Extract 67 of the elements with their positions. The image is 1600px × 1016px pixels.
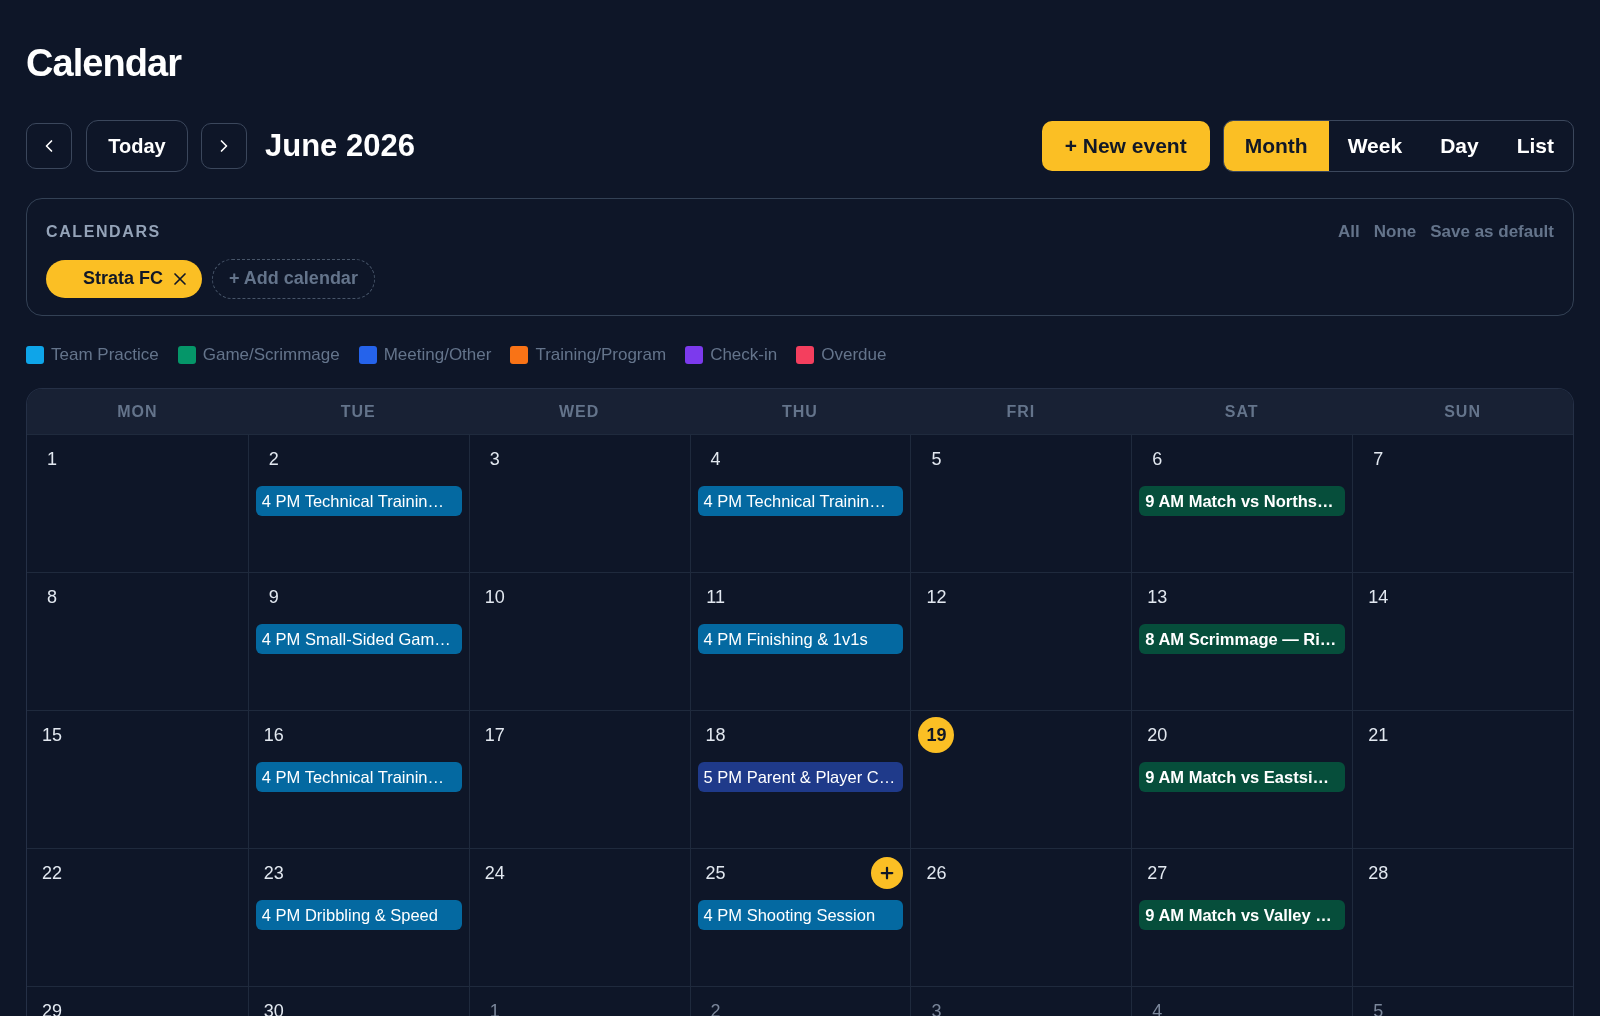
view-tab[interactable]: Month <box>1223 121 1329 171</box>
day-number: 17 <box>484 726 505 744</box>
day-number: 13 <box>1147 588 1168 606</box>
day-number: 6 <box>1152 450 1163 468</box>
event-chip[interactable]: 5 PM Parent & Player C… <box>697 762 904 792</box>
day-number: 25 <box>705 864 726 882</box>
day-number: 27 <box>1147 864 1168 882</box>
legend-label: Team Practice <box>51 344 159 367</box>
event-chip[interactable]: 4 PM Finishing & 1v1s <box>697 624 904 654</box>
view-tab[interactable]: Week <box>1328 121 1422 171</box>
month-title: June 2026 <box>265 126 415 165</box>
event-chip[interactable]: 9 AM Match vs Eastsi… <box>1139 762 1346 792</box>
day-number: 23 <box>263 864 284 882</box>
day-number: 4 <box>710 450 721 468</box>
event-chip[interactable]: 4 PM Technical Trainin… <box>697 486 904 516</box>
day-number: 22 <box>42 864 62 882</box>
event-chip[interactable]: 4 PM Technical Trainin… <box>255 762 462 792</box>
day-number: 12 <box>926 588 947 606</box>
day-number: 18 <box>705 726 726 744</box>
view-tab[interactable]: List <box>1497 121 1573 171</box>
day-number: 11 <box>706 588 725 606</box>
day-number: 15 <box>42 726 62 744</box>
weekday-label: SUN <box>1444 401 1481 422</box>
day-number: 26 <box>926 864 947 882</box>
calendar-chip[interactable]: Strata FC <box>46 259 202 298</box>
weekday-label: FRI <box>1006 401 1036 422</box>
day-number: 21 <box>1368 726 1389 744</box>
event-chip[interactable]: 4 PM Small-Sided Gam… <box>255 624 462 654</box>
section-heading: CALENDARS <box>46 221 161 242</box>
panel-action-link[interactable]: All <box>1338 219 1360 245</box>
day-number: 2 <box>268 450 279 468</box>
legend-label: Training/Program <box>535 344 667 367</box>
event-chip[interactable]: 4 PM Shooting Session <box>697 900 904 930</box>
add-event-button[interactable] <box>871 857 904 889</box>
day-number: 8 <box>47 588 57 606</box>
weekday-label: TUE <box>340 401 376 422</box>
panel-action-link[interactable]: None <box>1373 219 1417 245</box>
event-chip[interactable]: 8 AM Scrimmage — Ri… <box>1139 624 1346 654</box>
legend-label: Overdue <box>821 344 887 367</box>
event-chip[interactable]: 9 AM Match vs Valley … <box>1139 900 1346 930</box>
page-title: Calendar <box>26 41 181 86</box>
day-number: 5 <box>931 450 942 468</box>
day-number: 14 <box>1368 588 1389 606</box>
day-number: 10 <box>484 588 505 606</box>
panel-action-link[interactable]: Save as default <box>1430 219 1554 245</box>
day-number: 7 <box>1373 450 1384 468</box>
legend-label: Game/Scrimmage <box>202 344 340 367</box>
day-number: 24 <box>484 864 505 882</box>
weekday-label: SAT <box>1224 401 1259 422</box>
day-number: 9 <box>268 588 279 606</box>
day-number: 3 <box>489 450 500 468</box>
day-number: 1 <box>47 450 57 468</box>
legend-label: Check-in <box>710 344 778 367</box>
event-chip[interactable]: 4 PM Technical Trainin… <box>255 486 462 516</box>
view-tab[interactable]: Day <box>1421 121 1498 171</box>
weekday-label: MON <box>117 401 158 422</box>
legend-label: Meeting/Other <box>383 344 492 367</box>
today-date: 19 <box>918 717 955 753</box>
new-event-button[interactable]: + New event <box>1041 121 1210 171</box>
weekday-label: THU <box>782 401 818 422</box>
today-button[interactable]: Today <box>86 120 188 172</box>
event-chip[interactable]: 9 AM Match vs Norths… <box>1139 486 1346 516</box>
event-chip[interactable]: 4 PM Dribbling & Speed <box>255 900 462 930</box>
day-number: 20 <box>1147 726 1168 744</box>
weekday-label: WED <box>559 401 600 422</box>
day-number: 16 <box>263 726 284 744</box>
day-number: 28 <box>1368 864 1389 882</box>
